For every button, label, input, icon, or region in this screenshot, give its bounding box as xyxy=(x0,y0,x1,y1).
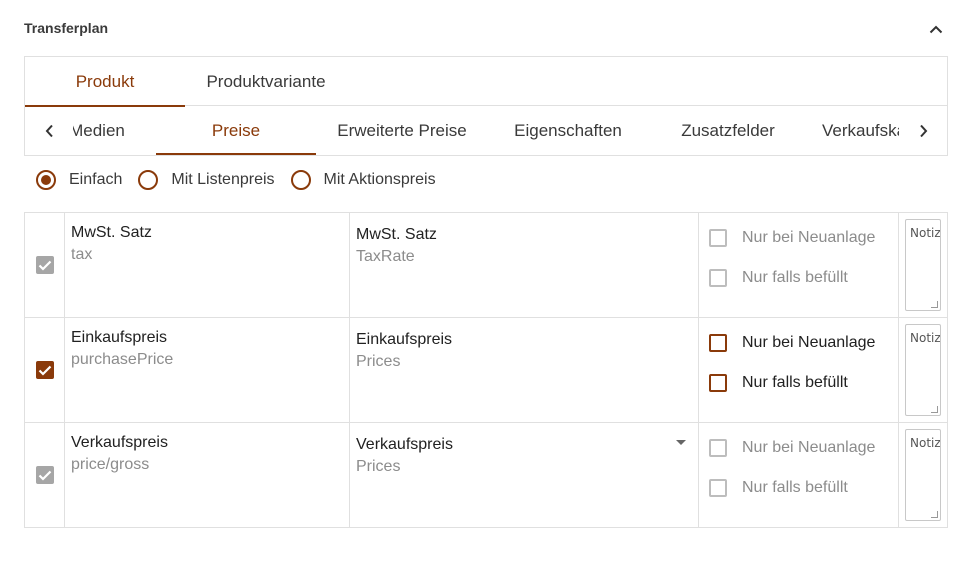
target-field-key: Prices xyxy=(356,353,401,370)
options-cell: Nur bei Neuanlage Nur falls befüllt xyxy=(699,213,899,317)
tabs-card: Produkt Produktvariante Medien Preise Er… xyxy=(24,56,948,156)
radio-label: Mit Aktionspreis xyxy=(323,171,436,188)
only-if-filled-checkbox[interactable] xyxy=(709,374,727,392)
radio-mit-aktionspreis[interactable]: Mit Aktionspreis xyxy=(290,170,436,190)
source-field-label: MwSt. Satz xyxy=(71,224,152,241)
only-on-create-checkbox[interactable] xyxy=(709,334,727,352)
section-title: Transferplan xyxy=(24,20,109,36)
table-row: Einkaufspreis purchasePrice Einkaufsprei… xyxy=(25,318,947,423)
target-field-label: MwSt. Satz xyxy=(356,226,437,243)
row-select-cell xyxy=(25,423,65,527)
note-textarea[interactable]: Notiz xyxy=(905,429,941,521)
only-if-filled-option[interactable]: Nur falls befüllt xyxy=(709,372,848,394)
source-field-cell: Einkaufspreis purchasePrice xyxy=(65,318,350,422)
only-on-create-checkbox[interactable] xyxy=(709,229,727,247)
radio-button[interactable] xyxy=(36,170,56,190)
sub-tabs-scroll-left-button[interactable] xyxy=(25,107,73,155)
check-icon xyxy=(38,260,51,271)
source-field-label: Einkaufspreis xyxy=(71,329,168,346)
check-icon xyxy=(38,470,51,481)
only-on-create-option[interactable]: Nur bei Neuanlage xyxy=(709,437,875,459)
sub-tabs: Medien Preise Erweiterte Preise Eigensch… xyxy=(25,107,947,155)
options-cell: Nur bei Neuanlage Nur falls befüllt xyxy=(699,423,899,527)
row-checkbox[interactable] xyxy=(35,466,54,484)
collapse-button[interactable] xyxy=(924,18,948,40)
tab-erweiterte-preise[interactable]: Erweiterte Preise xyxy=(316,107,488,155)
row-checkbox[interactable] xyxy=(35,256,54,274)
only-if-filled-label: Nur falls befüllt xyxy=(742,269,848,286)
sub-tabs-viewport: Medien Preise Erweiterte Preise Eigensch… xyxy=(73,107,899,155)
radio-selected-dot xyxy=(41,175,51,185)
table-row: Verkaufspreis price/gross Verkaufspreis … xyxy=(25,423,947,527)
only-if-filled-checkbox[interactable] xyxy=(709,479,727,497)
tab-verkaufskanaele[interactable]: Verkaufskanäle xyxy=(808,107,899,155)
radio-label: Mit Listenpreis xyxy=(171,171,275,188)
row-select-cell xyxy=(25,213,65,317)
only-on-create-option[interactable]: Nur bei Neuanlage xyxy=(709,227,875,249)
target-field-select[interactable]: Verkaufspreis Prices xyxy=(350,423,699,527)
row-checkbox[interactable] xyxy=(35,361,54,379)
check-icon xyxy=(38,365,51,376)
radio-label: Einfach xyxy=(69,171,123,188)
radio-mit-listenpreis[interactable]: Mit Listenpreis xyxy=(138,170,275,190)
source-field-key: tax xyxy=(71,246,93,263)
target-field-label: Verkaufspreis xyxy=(356,436,453,453)
row-select-cell xyxy=(25,318,65,422)
only-if-filled-label: Nur falls befüllt xyxy=(742,374,848,391)
only-on-create-label: Nur bei Neuanlage xyxy=(742,439,876,456)
radio-button[interactable] xyxy=(290,170,311,190)
tab-produkt[interactable]: Produkt xyxy=(25,57,185,107)
only-on-create-label: Nur bei Neuanlage xyxy=(742,334,876,351)
chevron-right-icon xyxy=(919,124,927,138)
source-field-cell: Verkaufspreis price/gross xyxy=(65,423,350,527)
only-if-filled-checkbox[interactable] xyxy=(709,269,727,287)
target-field-label: Einkaufspreis xyxy=(356,331,453,348)
tab-produktvariante[interactable]: Produktvariante xyxy=(185,57,347,106)
only-on-create-label: Nur bei Neuanlage xyxy=(742,229,876,246)
note-textarea[interactable]: Notiz xyxy=(905,219,941,311)
target-field-key: Prices xyxy=(356,458,401,475)
target-field-key: TaxRate xyxy=(356,248,415,265)
source-field-label: Verkaufspreis xyxy=(71,434,168,451)
note-cell: Notiz xyxy=(899,213,947,317)
radio-einfach[interactable]: Einfach xyxy=(36,170,122,190)
options-cell: Nur bei Neuanlage Nur falls befüllt xyxy=(699,318,899,422)
caret-down-icon[interactable] xyxy=(676,440,686,445)
main-tabs: Produkt Produktvariante xyxy=(25,57,947,107)
only-on-create-option[interactable]: Nur bei Neuanlage xyxy=(709,332,875,354)
radio-button[interactable] xyxy=(138,170,159,190)
note-cell: Notiz xyxy=(899,423,947,527)
tab-zusatzfelder[interactable]: Zusatzfelder xyxy=(648,107,808,155)
price-mode-radio-group: Einfach Mit Listenpreis Mit Aktionspreis xyxy=(36,168,452,192)
note-cell: Notiz xyxy=(899,318,947,422)
only-if-filled-option[interactable]: Nur falls befüllt xyxy=(709,477,848,499)
tab-preise[interactable]: Preise xyxy=(156,107,316,155)
tab-eigenschaften[interactable]: Eigenschaften xyxy=(488,107,648,155)
chevron-up-icon xyxy=(929,25,943,33)
target-field-cell: Einkaufspreis Prices xyxy=(350,318,699,422)
only-if-filled-label: Nur falls befüllt xyxy=(742,479,848,496)
section-header: Transferplan xyxy=(24,0,948,56)
table-row: MwSt. Satz tax MwSt. Satz TaxRate Nur be… xyxy=(25,213,947,318)
source-field-cell: MwSt. Satz tax xyxy=(65,213,350,317)
source-field-key: price/gross xyxy=(71,456,150,473)
source-field-key: purchasePrice xyxy=(71,351,174,368)
only-on-create-checkbox[interactable] xyxy=(709,439,727,457)
target-field-cell: MwSt. Satz TaxRate xyxy=(350,213,699,317)
chevron-left-icon xyxy=(45,124,53,138)
note-textarea[interactable]: Notiz xyxy=(905,324,941,416)
only-if-filled-option[interactable]: Nur falls befüllt xyxy=(709,267,848,289)
sub-tabs-scroll-right-button[interactable] xyxy=(899,107,947,155)
mapping-table: MwSt. Satz tax MwSt. Satz TaxRate Nur be… xyxy=(24,212,948,528)
